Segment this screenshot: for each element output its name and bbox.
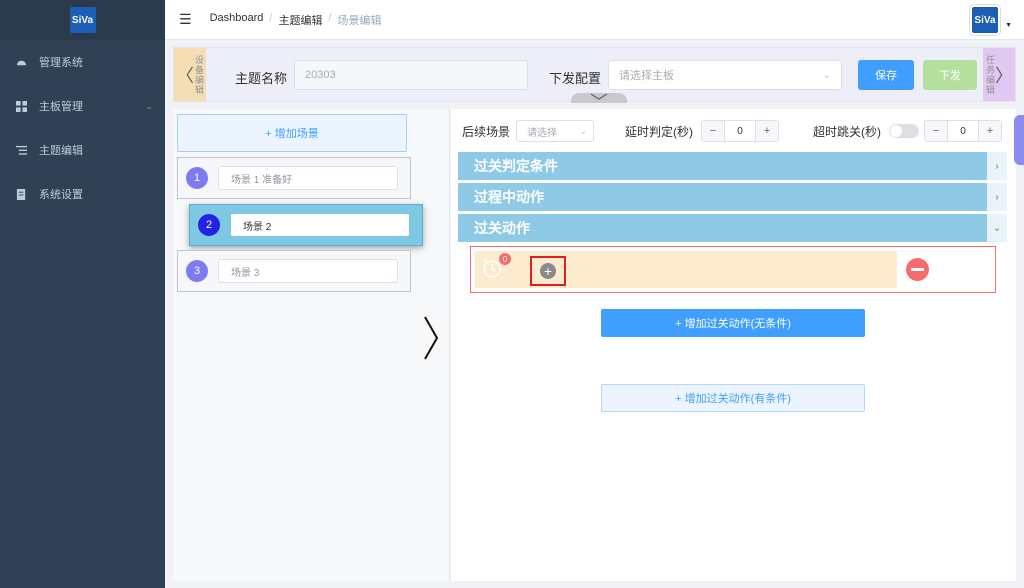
add-scene-button[interactable]: + 增加场景: [177, 114, 407, 152]
breadcrumb-separator: /: [328, 11, 332, 24]
device-edit-label: 设备编辑: [194, 54, 204, 95]
chevron-right-icon: ›: [987, 183, 1007, 211]
timeout-toggle[interactable]: [889, 124, 919, 138]
board-select-placeholder: 请选择主板: [619, 70, 674, 82]
grid-icon: [16, 100, 27, 112]
caret-down-icon[interactable]: ▼: [1005, 22, 1012, 29]
sidebar: SiVa 管理系统 主板管理 ⌄ 主题编辑 系统设置: [0, 0, 165, 588]
breadcrumb-item-dashboard[interactable]: Dashboard: [210, 12, 264, 28]
device-edit-tab[interactable]: 〈 设备编辑: [174, 48, 206, 101]
increment-button[interactable]: +: [979, 121, 1001, 141]
decrement-button[interactable]: −: [925, 121, 947, 141]
theme-name-label: 主题名称: [235, 71, 288, 86]
plus-circle-icon: +: [540, 263, 556, 279]
hamburger-icon[interactable]: ☰: [179, 11, 192, 28]
chevron-right-icon: 〉: [995, 65, 1013, 86]
chevron-down-icon: ⌄: [579, 125, 587, 136]
section-title: 过程中动作: [474, 189, 544, 205]
scene-number-badge: 3: [186, 260, 208, 282]
breadcrumb-item-current: 场景编辑: [337, 14, 382, 27]
list-icon: [16, 145, 27, 155]
add-action-no-condition-button[interactable]: + 增加过关动作(无条件): [601, 309, 865, 337]
timeout-value[interactable]: 0: [947, 121, 979, 141]
floating-settings-tab[interactable]: [1014, 115, 1024, 165]
config-label: 下发配置: [549, 71, 602, 86]
chevron-down-icon: ⌄: [987, 214, 1007, 242]
sidebar-item-label: 系统设置: [39, 189, 83, 201]
section-title: 过关动作: [474, 220, 530, 236]
scene-list-panel: + 增加场景 1 场景 1 准备好 2 场景 2 3 场景 3: [173, 109, 450, 581]
chevron-down-icon: [590, 93, 608, 100]
delay-stepper[interactable]: − 0 +: [701, 120, 779, 142]
board-select[interactable]: 请选择主板 ⌄: [608, 60, 842, 90]
dashboard-icon: [16, 60, 27, 65]
chevron-down-icon: ⌄: [145, 100, 153, 111]
remove-action-button[interactable]: [906, 258, 929, 281]
task-edit-label: 任务编辑: [985, 54, 995, 95]
next-scene-placeholder: 请选择: [527, 127, 557, 139]
theme-name-input[interactable]: 20303: [294, 60, 528, 90]
delay-value[interactable]: 0: [724, 121, 756, 141]
add-action-item-button[interactable]: +: [530, 256, 566, 286]
task-edit-tab[interactable]: 任务编辑 〉: [983, 48, 1015, 101]
timeout-stepper[interactable]: − 0 +: [924, 120, 1002, 142]
action-container: 0 +: [475, 251, 897, 288]
count-badge: 0: [499, 253, 511, 265]
collapse-toggle[interactable]: [571, 93, 627, 103]
scene-detail-panel: 后续场景 请选择 ⌄ 延时判定(秒) − 0 + 超时跳关(秒) − 0 + 过…: [451, 109, 1016, 581]
scene-number-badge: 1: [186, 167, 208, 189]
pass-action-row: 0 +: [470, 246, 996, 293]
scene-item-active[interactable]: 2 场景 2: [189, 204, 423, 246]
scene-name-input[interactable]: 场景 2: [230, 213, 410, 237]
section-process-actions[interactable]: 过程中动作 ›: [458, 183, 1007, 211]
section-title: 过关判定条件: [474, 158, 558, 174]
timeout-label: 超时跳关(秒): [813, 125, 881, 139]
chevron-left-icon: 〈: [176, 65, 194, 86]
avatar[interactable]: SiVa: [970, 5, 1000, 35]
section-pass-actions[interactable]: 过关动作 ⌄: [458, 214, 1007, 242]
scene-item[interactable]: 1 场景 1 准备好: [177, 157, 411, 199]
scene-item[interactable]: 3 场景 3: [177, 250, 411, 292]
chevron-right-icon: ›: [987, 152, 1007, 180]
breadcrumb-item-theme-edit[interactable]: 主题编辑: [278, 12, 322, 28]
chevron-right-icon[interactable]: [422, 315, 440, 361]
save-button[interactable]: 保存: [858, 60, 914, 90]
sidebar-item-management[interactable]: 管理系统: [0, 40, 165, 84]
header: ☰ Dashboard / 主题编辑 / 场景编辑 SiVa ▼: [165, 0, 1024, 40]
sidebar-item-label: 管理系统: [39, 57, 83, 69]
scene-controls: 后续场景 请选择 ⌄ 延时判定(秒) − 0 + 超时跳关(秒) − 0 +: [451, 119, 1016, 143]
chevron-down-icon: ⌄: [822, 69, 831, 81]
document-icon: [16, 188, 26, 200]
scene-name-input[interactable]: 场景 3: [218, 259, 398, 283]
breadcrumb: Dashboard / 主题编辑 / 场景编辑: [210, 12, 382, 28]
sidebar-item-theme-edit[interactable]: 主题编辑: [0, 128, 165, 172]
breadcrumb-separator: /: [269, 11, 273, 24]
sidebar-item-settings[interactable]: 系统设置: [0, 172, 165, 216]
scene-number-badge: 2: [198, 214, 220, 236]
send-button[interactable]: 下发: [923, 60, 977, 90]
theme-toolbar: 〈 设备编辑 主题名称 20303 下发配置 请选择主板 ⌄ 保存 下发 任务编…: [173, 47, 1016, 103]
next-scene-select[interactable]: 请选择 ⌄: [516, 120, 594, 142]
logo: SiVa: [69, 7, 96, 33]
add-action-with-condition-button[interactable]: + 增加过关动作(有条件): [601, 384, 865, 412]
increment-button[interactable]: +: [756, 121, 778, 141]
next-scene-label: 后续场景: [462, 125, 511, 139]
delay-label: 延时判定(秒): [625, 125, 693, 139]
sidebar-item-label: 主板管理: [39, 101, 83, 113]
scene-name-input[interactable]: 场景 1 准备好: [218, 166, 398, 190]
decrement-button[interactable]: −: [702, 121, 724, 141]
sidebar-item-board[interactable]: 主板管理 ⌄: [0, 84, 165, 128]
logo-area: SiVa: [0, 0, 165, 40]
section-pass-conditions[interactable]: 过关判定条件 ›: [458, 152, 1007, 180]
sidebar-item-label: 主题编辑: [39, 145, 83, 157]
